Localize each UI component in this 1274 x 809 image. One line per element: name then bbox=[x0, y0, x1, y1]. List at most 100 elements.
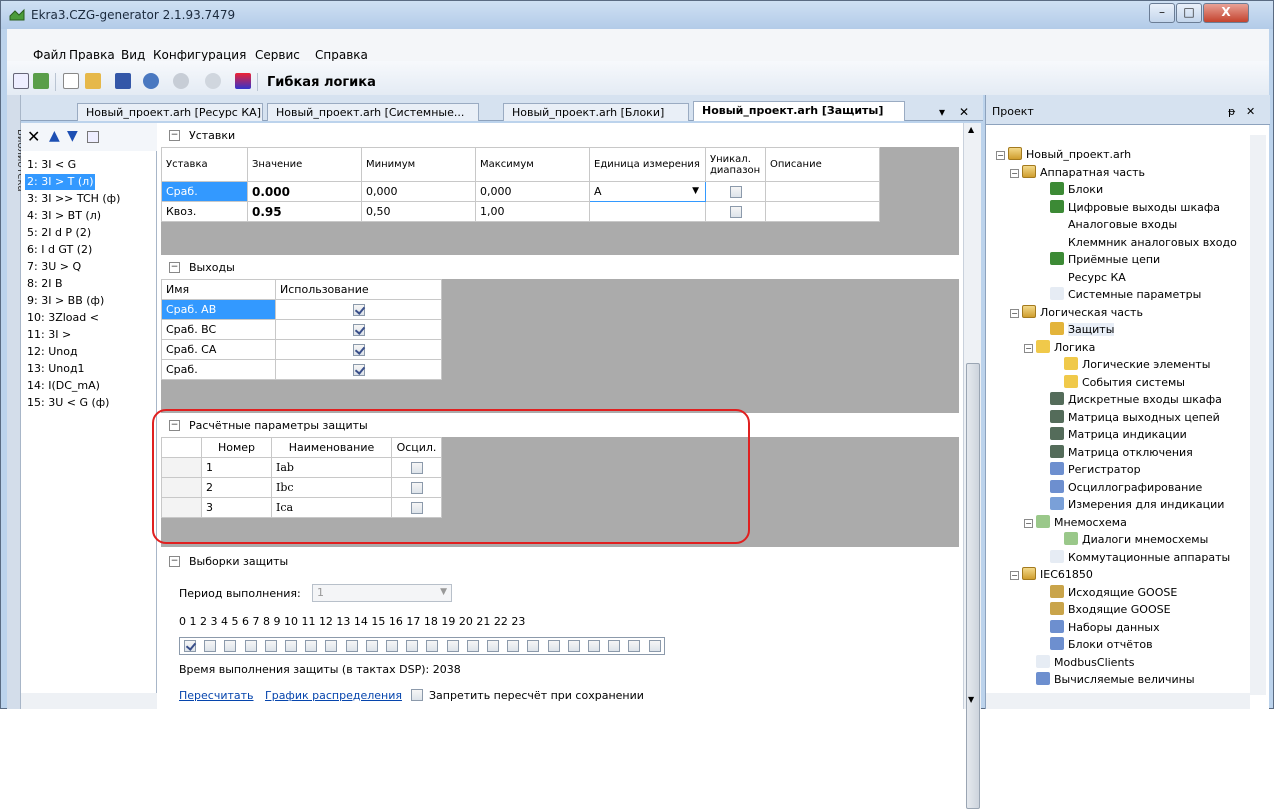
unique-range-checkbox[interactable] bbox=[729, 186, 742, 198]
pin-icon[interactable]: ᵽ bbox=[1228, 105, 1235, 118]
setting-value[interactable]: 0.000 bbox=[247, 181, 362, 202]
flag-icon[interactable] bbox=[235, 73, 251, 89]
period-select[interactable]: 1 ▼ bbox=[312, 584, 452, 602]
panel-close-icon[interactable]: ✕ bbox=[1246, 105, 1255, 118]
sample-slot-checkbox[interactable] bbox=[264, 640, 277, 652]
save-icon[interactable] bbox=[115, 73, 131, 89]
protection-list-item[interactable]: 5: 2I d P (2) bbox=[25, 225, 93, 241]
sample-slot-checkbox[interactable] bbox=[184, 640, 196, 652]
tree-item[interactable]: Исходящие GOOSE bbox=[1050, 584, 1177, 601]
tree-item[interactable]: Логические элементы bbox=[1064, 357, 1211, 373]
unique-range-checkbox[interactable] bbox=[729, 206, 742, 218]
tree-item[interactable]: Вычисляемые величины bbox=[1036, 672, 1195, 688]
settings-column-header[interactable]: Единица измерения bbox=[589, 147, 706, 182]
redo-icon[interactable] bbox=[173, 73, 189, 89]
content-vscrollbar[interactable]: ▲ ▼ bbox=[963, 123, 981, 809]
protection-list-item[interactable]: 8: 2I B bbox=[25, 276, 65, 292]
new-file-icon[interactable] bbox=[63, 73, 79, 89]
output-name[interactable]: Сраб. CA bbox=[161, 339, 276, 360]
oscillography-checkbox[interactable] bbox=[410, 462, 423, 474]
expand-toggle-icon[interactable]: − bbox=[1024, 343, 1033, 353]
settings-column-header[interactable]: Максимум bbox=[475, 147, 590, 182]
setting-name[interactable]: Квоз. bbox=[161, 201, 248, 222]
tree-hscrollbar[interactable] bbox=[986, 693, 1250, 709]
tree-item[interactable]: Измерения для индикации bbox=[1050, 497, 1224, 513]
settings-header[interactable]: − Уставки bbox=[157, 125, 963, 147]
settings-column-header[interactable]: Минимум bbox=[361, 147, 476, 182]
output-use-checkbox[interactable] bbox=[352, 344, 365, 356]
calc-column-header[interactable]: Наименование bbox=[271, 437, 392, 458]
row-header[interactable] bbox=[161, 477, 202, 498]
tree-item[interactable]: Дискретные входы шкафа bbox=[1050, 392, 1222, 408]
menu-edit[interactable]: Правка bbox=[69, 48, 115, 62]
calc-number[interactable]: 2 bbox=[201, 477, 272, 498]
samples-header[interactable]: − Выборки защиты bbox=[157, 551, 963, 573]
tab-resource-ka[interactable]: Новый_проект.arh [Ресурс КА] bbox=[77, 103, 263, 121]
move-up-icon[interactable]: ▲ bbox=[49, 128, 60, 144]
tree-item[interactable]: Осциллографирование bbox=[1050, 479, 1202, 496]
collapse-icon[interactable]: − bbox=[169, 420, 180, 431]
scroll-down-icon[interactable]: ▼ bbox=[968, 695, 974, 704]
tree-item[interactable]: Блоки отчётов bbox=[1050, 637, 1153, 653]
protection-list-item[interactable]: 10: 3Zload < bbox=[25, 310, 101, 326]
tree-item[interactable]: Системные параметры bbox=[1050, 287, 1201, 303]
sample-slot-checkbox[interactable] bbox=[325, 640, 338, 652]
protection-list-item[interactable]: 1: 3I < G bbox=[25, 157, 78, 173]
tree-item[interactable]: Защиты bbox=[1050, 322, 1115, 338]
tree-item[interactable]: Диалоги мнемосхемы bbox=[1064, 532, 1208, 548]
tab-close-icon[interactable]: ✕ bbox=[959, 105, 969, 119]
tree-item[interactable]: Ресурс КА bbox=[1050, 269, 1126, 286]
expand-toggle-icon[interactable]: − bbox=[1010, 168, 1019, 178]
setting-name[interactable]: Сраб. bbox=[161, 181, 248, 202]
protection-list-item[interactable]: 4: 3I > BT (л) bbox=[25, 208, 103, 224]
sample-slot-checkbox[interactable] bbox=[305, 640, 318, 652]
flex-logic-label[interactable]: Гибкая логика bbox=[267, 75, 376, 90]
calc-name[interactable]: Iab bbox=[271, 457, 392, 478]
setting-unit[interactable]: A ▼ bbox=[589, 181, 706, 202]
menu-file[interactable]: Файл bbox=[33, 48, 66, 62]
distribution-chart-link[interactable]: График распределения bbox=[265, 689, 402, 702]
expand-toggle-icon[interactable]: − bbox=[1010, 571, 1019, 580]
collapse-icon[interactable]: − bbox=[169, 130, 180, 141]
tab-dropdown-icon[interactable]: ▾ bbox=[939, 105, 945, 119]
expand-toggle-icon[interactable]: − bbox=[1024, 518, 1033, 528]
tree-item[interactable]: Наборы данных bbox=[1050, 619, 1160, 636]
settings-column-header[interactable]: Уставка bbox=[161, 147, 248, 182]
outputs-column-header[interactable]: Использование bbox=[275, 279, 442, 300]
tree-item[interactable]: Логика bbox=[1036, 339, 1095, 356]
tree-item[interactable]: Блоки bbox=[1050, 182, 1103, 198]
delete-icon[interactable]: ✕ bbox=[27, 127, 40, 146]
calc-params-header[interactable]: − Расчётные параметры защиты bbox=[157, 415, 963, 437]
calc-number[interactable]: 1 bbox=[201, 457, 272, 478]
output-use-checkbox[interactable] bbox=[352, 324, 365, 336]
sample-slot-checkbox[interactable] bbox=[345, 640, 358, 652]
outputs-column-header[interactable]: Имя bbox=[161, 279, 276, 300]
sample-slot-checkbox[interactable] bbox=[285, 640, 297, 652]
menu-config[interactable]: Конфигурация bbox=[153, 48, 246, 62]
sample-slot-checkbox[interactable] bbox=[487, 640, 499, 652]
sample-slot-checkbox[interactable] bbox=[365, 640, 378, 652]
excel-icon[interactable] bbox=[33, 73, 49, 89]
sample-slot-checkbox[interactable] bbox=[224, 640, 237, 652]
sample-slot-checkbox[interactable] bbox=[426, 640, 439, 652]
calc-name[interactable]: Ibc bbox=[271, 477, 392, 498]
properties-icon[interactable] bbox=[87, 131, 99, 143]
collapse-icon[interactable]: − bbox=[169, 262, 180, 273]
open-folder-icon[interactable] bbox=[85, 73, 101, 89]
menu-help[interactable]: Справка bbox=[315, 48, 368, 62]
tree-vscrollbar[interactable] bbox=[1250, 135, 1266, 695]
tree-item[interactable]: Матрица индикации bbox=[1050, 427, 1187, 443]
gauge-icon[interactable] bbox=[205, 73, 221, 89]
protection-list-item[interactable]: 13: Unод1 bbox=[25, 361, 87, 377]
protection-list-item[interactable]: 15: 3U < G (ф) bbox=[25, 395, 111, 411]
tab-system[interactable]: Новый_проект.arh [Системные... bbox=[267, 103, 479, 121]
sample-slot-checkbox[interactable] bbox=[386, 640, 398, 652]
oscillography-checkbox[interactable] bbox=[410, 482, 423, 494]
tree-item[interactable]: Новый_проект.arh bbox=[1008, 147, 1131, 163]
menu-service[interactable]: Сервис bbox=[255, 48, 300, 62]
sample-slot-checkbox[interactable] bbox=[588, 640, 600, 652]
protection-list-item[interactable]: 9: 3I > BB (ф) bbox=[25, 293, 106, 309]
settings-column-header[interactable]: Уникал. диапазон bbox=[705, 147, 766, 182]
sample-slot-checkbox[interactable] bbox=[547, 640, 560, 652]
protection-list-item[interactable]: 6: I d GT (2) bbox=[25, 242, 94, 258]
